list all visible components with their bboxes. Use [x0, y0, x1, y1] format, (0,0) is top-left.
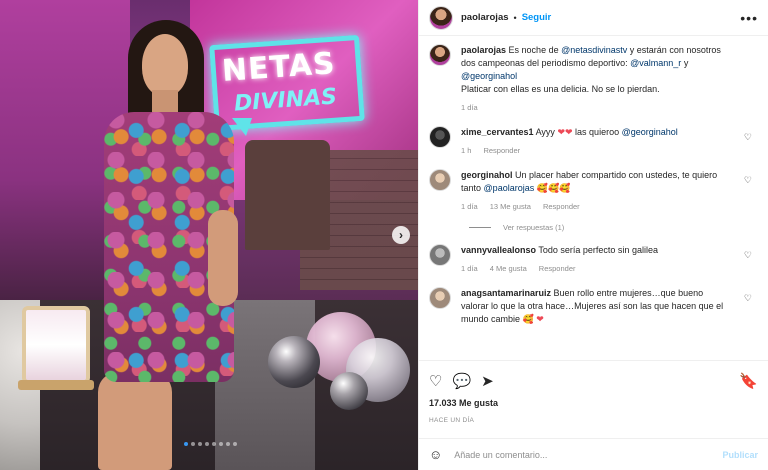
carousel-dot — [198, 442, 202, 446]
armchair — [245, 140, 330, 250]
comment-meta: 1 día 13 Me gusta Responder — [461, 200, 731, 213]
caption-mention-3[interactable]: @georginahol — [461, 71, 517, 81]
view-replies-label: Ver respuestas (1) — [503, 223, 565, 232]
comment-meta: 1 día 4 Me gusta Responder — [461, 262, 731, 275]
reply-button[interactable]: Responder — [539, 262, 576, 275]
caption-age: 1 día — [461, 103, 478, 112]
more-options-icon[interactable]: ••• — [740, 10, 758, 26]
post-actions: ♡ 💬 ➤ 🔖 — [419, 360, 768, 400]
caption-text-3: y — [683, 58, 689, 68]
decor-sphere-mirror — [268, 336, 320, 388]
post-header: paolarojas • Seguir ••• — [419, 0, 768, 36]
emoji-icon[interactable]: ☺ — [429, 447, 442, 462]
reply-button[interactable]: Responder — [483, 144, 520, 157]
comment-text: Ayyy — [535, 127, 555, 137]
neon-sign-tail — [232, 118, 252, 136]
comment-username[interactable]: georginahol — [461, 170, 513, 180]
post-viewer: NETAS DIVINAS › paolarojas • Seguir ••• … — [0, 0, 768, 470]
carousel-dots — [184, 442, 237, 446]
comment-meta: 1 h Responder — [461, 144, 731, 157]
comment-avatar[interactable] — [429, 169, 451, 191]
comment-body: vannyvallealonso Todo sería perfecto sin… — [461, 244, 731, 275]
comment-emojis: 🥰🥰🥰 — [536, 183, 571, 193]
post-image[interactable]: NETAS DIVINAS › — [0, 0, 418, 470]
reply-button[interactable]: Responder — [543, 200, 580, 213]
add-comment-bar: ☺ Publicar — [419, 438, 768, 470]
comment-body: xime_cervantes1 Ayyy ❤❤ las quieroo @geo… — [461, 126, 731, 157]
comment-likes[interactable]: 13 Me gusta — [490, 200, 531, 213]
comment-item: anagsantamarinaruiz Buen rollo entre muj… — [429, 287, 758, 326]
lantern-lamp — [22, 306, 90, 384]
post-side-panel: paolarojas • Seguir ••• paolarojas Es no… — [418, 0, 768, 470]
comment-like-icon[interactable]: ♡ — [744, 132, 752, 143]
comment-avatar[interactable] — [429, 126, 451, 148]
comment-username[interactable]: vannyvallealonso — [461, 245, 536, 255]
save-icon[interactable]: 🔖 — [739, 372, 758, 390]
person-legs — [98, 372, 172, 470]
view-replies-button[interactable]: Ver respuestas (1) — [469, 223, 758, 232]
comment-item: georginahol Un placer haber compartido c… — [429, 169, 758, 213]
comment-like-icon[interactable]: ♡ — [744, 293, 752, 304]
next-image-button[interactable]: › — [392, 226, 410, 244]
comment-item: vannyvallealonso Todo sería perfecto sin… — [429, 244, 758, 275]
person-arm — [208, 210, 238, 306]
caption: paolarojas Es noche de @netasdivinastv y… — [429, 44, 758, 114]
comment-body: georginahol Un placer haber compartido c… — [461, 169, 731, 213]
carousel-dot-active — [184, 442, 188, 446]
author-username[interactable]: paolarojas — [461, 12, 509, 23]
carousel-dot — [219, 442, 223, 446]
caption-meta: 1 día — [461, 101, 731, 114]
comment-age: 1 día — [461, 202, 478, 211]
carousel-dot — [226, 442, 230, 446]
comment-mention[interactable]: @georginahol — [622, 127, 678, 137]
comment-body: anagsantamarinaruiz Buen rollo entre muj… — [461, 287, 731, 326]
comment-input[interactable] — [454, 449, 685, 460]
comment-emojis: 🥰 — [522, 314, 534, 324]
comment-likes[interactable]: 4 Me gusta — [490, 262, 527, 275]
lantern-base — [18, 380, 94, 390]
replies-divider — [469, 227, 491, 228]
author-avatar[interactable] — [429, 5, 453, 30]
comment-avatar[interactable] — [429, 244, 451, 266]
carousel-dot — [205, 442, 209, 446]
comment-text: Todo sería perfecto sin galilea — [538, 245, 658, 255]
comment-text: las quieroo — [575, 127, 620, 137]
carousel-dot — [212, 442, 216, 446]
comment-age: 1 día — [461, 264, 478, 273]
comment-age: 1 h — [461, 146, 472, 155]
comment-username[interactable]: anagsantamarinaruiz — [461, 288, 551, 298]
carousel-dot — [233, 442, 237, 446]
comment-mention[interactable]: @paolarojas — [484, 183, 535, 193]
publish-button[interactable]: Publicar — [722, 450, 758, 460]
person-face — [142, 34, 188, 96]
comment-icon[interactable]: 💬 — [452, 372, 471, 390]
carousel-dot — [191, 442, 195, 446]
comment-hearts: ❤❤ — [557, 127, 573, 137]
comment-username[interactable]: xime_cervantes1 — [461, 127, 534, 137]
likes-count[interactable]: 17.033 Me gusta — [429, 398, 498, 408]
caption-avatar[interactable] — [429, 44, 451, 66]
caption-username[interactable]: paolarojas — [461, 45, 506, 55]
share-icon[interactable]: ➤ — [481, 372, 494, 390]
comment-item: xime_cervantes1 Ayyy ❤❤ las quieroo @geo… — [429, 126, 758, 157]
like-icon[interactable]: ♡ — [429, 372, 442, 390]
separator-dot: • — [513, 12, 517, 23]
caption-mention-1[interactable]: @netasdivinastv — [561, 45, 627, 55]
follow-button[interactable]: Seguir — [522, 12, 552, 23]
post-timestamp[interactable]: HACE UN DÍA — [429, 417, 474, 424]
comments-list[interactable]: paolarojas Es noche de @netasdivinastv y… — [419, 36, 768, 356]
comment-heart: ❤ — [536, 314, 544, 324]
caption-body: paolarojas Es noche de @netasdivinastv y… — [461, 44, 731, 114]
caption-text-4: Platicar con ellas es una delicia. No se… — [461, 84, 660, 94]
comment-avatar[interactable] — [429, 287, 451, 309]
caption-text-1: Es noche de — [508, 45, 559, 55]
caption-mention-2[interactable]: @valmann_r — [630, 58, 681, 68]
comment-like-icon[interactable]: ♡ — [744, 175, 752, 186]
comment-like-icon[interactable]: ♡ — [744, 250, 752, 261]
decor-sphere-small — [330, 372, 368, 410]
